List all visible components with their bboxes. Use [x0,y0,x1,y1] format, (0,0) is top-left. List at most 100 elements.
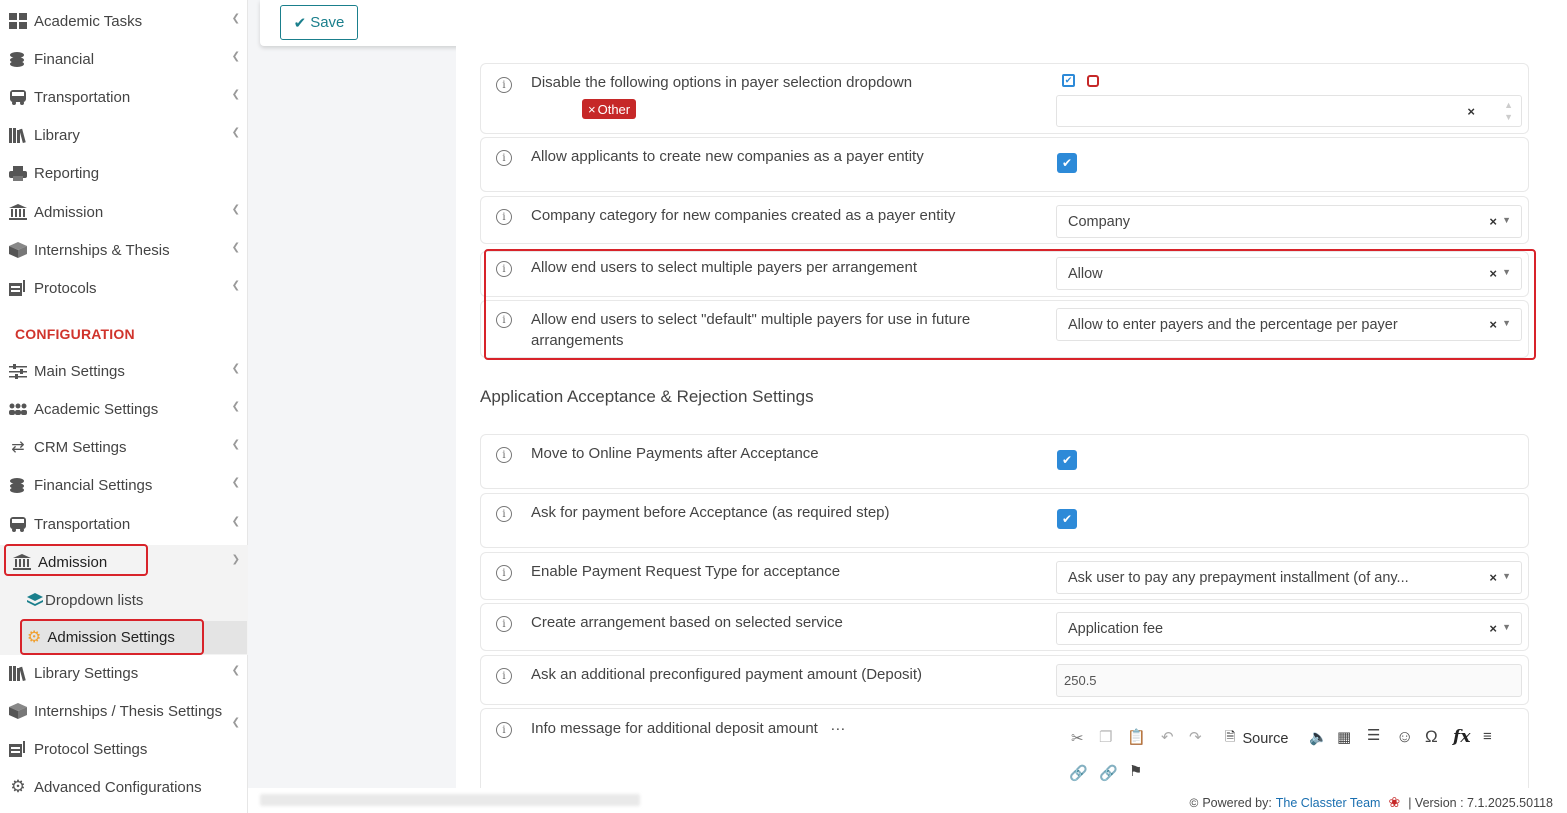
info-icon[interactable]: i [496,668,512,684]
layers-icon [27,592,43,608]
smiley-icon[interactable]: ☺ [1396,727,1413,747]
register-icon [7,740,29,758]
setting-row-deposit: i Ask an additional preconfigured paymen… [480,655,1529,705]
sidebar-item-label: Advanced Configurations [34,778,202,796]
chevron-left-icon: ❮ [231,439,240,450]
audio-icon[interactable]: 🔈 [1309,728,1328,746]
info-icon[interactable]: i [496,565,512,581]
sidebar-item-admission[interactable]: Admission ❮ [0,194,248,230]
highlight-payers-settings [484,249,1536,360]
cut-icon[interactable]: ✂ [1071,729,1084,747]
check-icon: ✔ [293,14,307,32]
sidebar-item-crm-settings[interactable]: ⇄ CRM Settings ❮ [0,429,248,465]
omega-icon[interactable]: Ω [1425,727,1438,747]
chevron-left-icon: ❮ [231,51,240,62]
setting-label: Info message for additional deposit amou… [531,718,1011,739]
deselect-all-icon[interactable] [1087,75,1099,87]
classter-team-link[interactable]: The Classter Team [1276,796,1381,810]
copyright-icon: © [1189,795,1199,810]
chevron-left-icon: ❮ [231,13,240,24]
clear-icon[interactable]: × [1489,214,1497,229]
footer-credits: © Powered by: The Classter Team ❀ | Vers… [1189,794,1553,811]
deposit-amount-input[interactable]: 250.5 [1056,664,1522,697]
sidebar-item-main-settings[interactable]: Main Settings ❮ [0,353,248,389]
sidebar-item-label: CRM Settings [34,438,127,456]
sidebar-item-academic-settings[interactable]: Academic Settings ❮ [0,391,248,427]
sidebar-item-internships-settings[interactable]: Internships / Thesis Settings ❮ [0,693,248,729]
remove-tag-icon[interactable]: × [588,102,596,117]
payment-before-checkbox[interactable]: ✔ [1057,509,1077,529]
create-arrangement-select[interactable]: Application fee × ▼ [1056,612,1522,645]
horizontal-line-icon[interactable]: ☰ [1367,726,1380,744]
sidebar-item-library[interactable]: Library ❮ [0,117,248,153]
sidebar-item-label: Dropdown lists [45,591,144,609]
check-icon: ✔ [1061,453,1073,467]
multiselect-box[interactable]: × ▲ ▼ [1056,95,1522,127]
info-icon[interactable]: i [496,722,512,738]
check-icon: ✔ [1061,156,1073,170]
info-icon[interactable]: i [496,616,512,632]
info-message-label: Info message for additional deposit amou… [531,720,818,737]
clear-icon[interactable]: × [1467,104,1475,119]
clear-icon[interactable]: × [1489,621,1497,636]
input-value: 250.5 [1064,673,1097,688]
sidebar-item-label: Reporting [34,164,100,182]
chevron-left-icon: ❮ [231,516,240,527]
sidebar-item-academic-tasks[interactable]: Academic Tasks ❮ [0,3,248,39]
select-value: Ask user to pay any prepayment installme… [1068,569,1409,586]
payment-request-type-select[interactable]: Ask user to pay any prepayment installme… [1056,561,1522,594]
sidebar-item-financial-settings[interactable]: Financial Settings ❮ [0,467,248,503]
sidebar-item-transportation[interactable]: Transportation ❮ [0,79,248,115]
list-icon[interactable]: ≡ [1483,728,1492,745]
formula-icon[interactable]: fx [1453,727,1470,747]
clear-icon[interactable]: × [1489,570,1497,585]
section-title: Application Acceptance & Rejection Setti… [480,387,814,406]
sidebar-item-advanced-configurations[interactable]: ⚙ Advanced Configurations [0,769,248,805]
unlink-icon[interactable]: 🔗 [1099,764,1118,782]
more-icon[interactable]: ··· [830,720,845,737]
info-icon[interactable]: i [496,77,512,93]
table-icon[interactable]: ▦ [1337,728,1351,746]
check-icon: ✔ [1061,512,1073,526]
classter-logo-icon: ❀ [1388,794,1401,810]
sidebar-item-label: Academic Tasks [34,12,143,30]
sidebar-item-dropdown-lists[interactable]: Dropdown lists [27,583,143,617]
sidebar-item-internships[interactable]: Internships & Thesis ❮ [0,232,248,268]
copy-icon[interactable]: ❐ [1099,728,1112,746]
bus-icon [7,515,29,533]
info-icon[interactable]: i [496,447,512,463]
link-icon[interactable]: 🔗 [1069,764,1088,782]
sidebar-item-protocols[interactable]: Protocols ❮ [0,270,248,306]
select-all-icon[interactable]: ✔ [1062,74,1075,87]
sidebar-item-protocol-settings[interactable]: Protocol Settings [0,731,248,767]
sidebar-item-label: Admission [34,203,104,221]
source-button[interactable]: 🗎 Source [1225,728,1288,750]
select-value: Company [1068,213,1131,230]
undo-icon[interactable]: ↶ [1161,728,1174,746]
sidebar-item-reporting[interactable]: Reporting [0,155,248,191]
paste-icon[interactable]: 📋 [1127,728,1146,746]
caret-down-icon[interactable]: ▼ [1502,622,1511,632]
tag-other[interactable]: × Other [582,99,637,119]
flag-icon[interactable]: ⚑ [1129,762,1142,780]
chevron-left-icon: ❮ [231,204,240,215]
grid-icon [7,12,29,30]
caret-down-icon[interactable]: ▼ [1502,215,1511,225]
info-icon[interactable]: i [496,150,512,166]
setting-row-payment-before: i Ask for payment before Acceptance (as … [480,493,1529,548]
company-category-select[interactable]: Company × ▼ [1056,205,1522,238]
chevron-left-icon: ❮ [231,242,240,253]
online-payments-checkbox[interactable]: ✔ [1057,450,1077,470]
redo-icon[interactable]: ↷ [1189,728,1202,746]
info-icon[interactable]: i [496,506,512,522]
save-button[interactable]: ✔ Save [280,5,358,40]
sliders-icon [7,362,29,380]
sidebar-item-label: Financial [34,50,95,68]
info-icon[interactable]: i [496,209,512,225]
sidebar-item-library-settings[interactable]: Library Settings ❮ [0,655,248,691]
scroll-arrows-icon[interactable]: ▲ ▼ [1504,99,1513,123]
allow-new-companies-checkbox[interactable]: ✔ [1057,153,1077,173]
sidebar-item-financial[interactable]: Financial ❮ [0,41,248,77]
sidebar-item-transportation-settings[interactable]: Transportation ❮ [0,506,248,542]
caret-down-icon[interactable]: ▼ [1502,571,1511,581]
